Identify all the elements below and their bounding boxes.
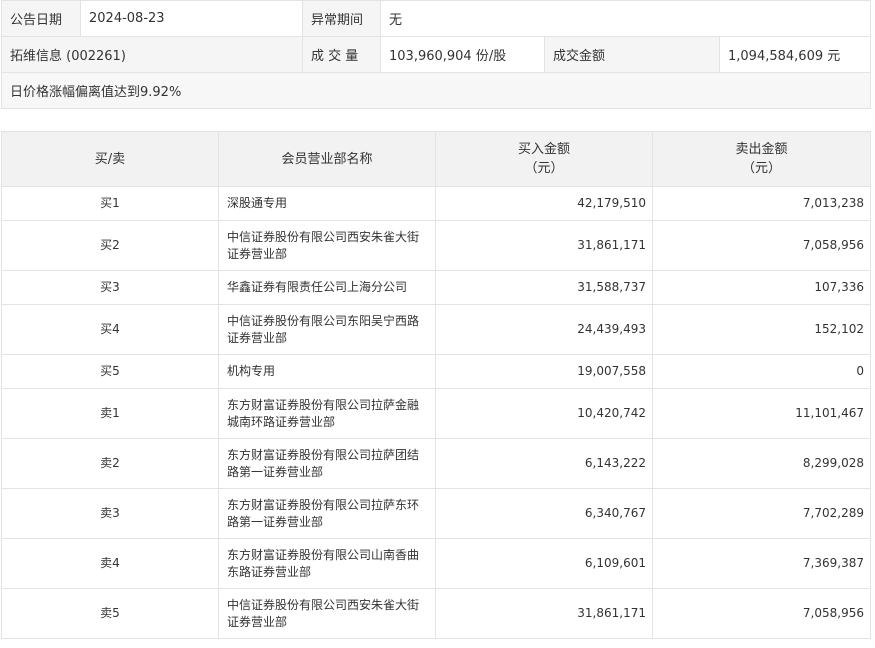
row-buy-amount: 31,861,171 (435, 588, 653, 639)
volume-value: 103,960,904 份/股 (380, 36, 545, 73)
header-buy-amount: 买入金额 （元） (435, 131, 653, 187)
row-side: 卖2 (1, 438, 219, 489)
row-buy-amount: 19,007,558 (435, 354, 653, 389)
info-row-3: 日价格涨幅偏离值达到9.92% (0, 72, 872, 109)
row-branch-name: 中信证券股份有限公司东阳吴宁西路证券营业部 (218, 304, 436, 355)
row-sell-amount: 7,702,289 (652, 488, 871, 539)
announce-date-value: 2024-08-23 (80, 0, 303, 37)
row-sell-amount: 7,013,238 (652, 186, 871, 221)
row-side: 卖3 (1, 488, 219, 539)
row-buy-amount: 6,340,767 (435, 488, 653, 539)
row-side: 卖5 (1, 588, 219, 639)
row-buy-amount: 10,420,742 (435, 388, 653, 439)
table-row: 买5 机构专用 19,007,558 0 (1, 354, 871, 389)
table-row: 卖4 东方财富证券股份有限公司山南香曲东路证券营业部 6,109,601 7,3… (1, 538, 871, 589)
table-row: 卖2 东方财富证券股份有限公司拉萨团结路第一证券营业部 6,143,222 8,… (1, 438, 871, 489)
row-branch-name: 机构专用 (218, 354, 436, 389)
row-side: 卖4 (1, 538, 219, 589)
row-buy-amount: 24,439,493 (435, 304, 653, 355)
table-row: 卖5 中信证券股份有限公司西安朱雀大街证券营业部 31,861,171 7,05… (1, 588, 871, 639)
table-row: 卖1 东方财富证券股份有限公司拉萨金融城南环路证券营业部 10,420,742 … (1, 388, 871, 439)
header-sell-amount: 卖出金额 （元） (652, 131, 871, 187)
row-branch-name: 东方财富证券股份有限公司山南香曲东路证券营业部 (218, 538, 436, 589)
row-side: 买2 (1, 220, 219, 271)
row-buy-amount: 31,861,171 (435, 220, 653, 271)
table-header-row: 买/卖 会员营业部名称 买入金额 （元） 卖出金额 （元） (1, 131, 871, 187)
row-sell-amount: 7,058,956 (652, 588, 871, 639)
row-branch-name: 中信证券股份有限公司西安朱雀大街证券营业部 (218, 220, 436, 271)
row-buy-amount: 6,109,601 (435, 538, 653, 589)
row-side: 买5 (1, 354, 219, 389)
row-buy-amount: 6,143,222 (435, 438, 653, 489)
amount-label: 成交金额 (544, 36, 720, 73)
announce-date-label: 公告日期 (1, 0, 81, 37)
row-buy-amount: 42,179,510 (435, 186, 653, 221)
table-row: 卖3 东方财富证券股份有限公司拉萨东环路第一证券营业部 6,340,767 7,… (1, 488, 871, 539)
row-sell-amount: 0 (652, 354, 871, 389)
header-side: 买/卖 (1, 131, 219, 187)
row-buy-amount: 31,588,737 (435, 270, 653, 305)
volume-label: 成 交 量 (302, 36, 381, 73)
row-side: 买4 (1, 304, 219, 355)
row-sell-amount: 7,058,956 (652, 220, 871, 271)
row-sell-amount: 8,299,028 (652, 438, 871, 489)
listing-reason: 日价格涨幅偏离值达到9.92% (0, 72, 872, 109)
row-branch-name: 中信证券股份有限公司西安朱雀大街证券营业部 (218, 588, 436, 639)
header-branch-name: 会员营业部名称 (218, 131, 436, 187)
abnormal-period-value: 无 (379, 0, 872, 37)
row-side: 卖1 (1, 388, 219, 439)
info-row-2: 拓维信息 (002261) 成 交 量 103,960,904 份/股 成交金额… (1, 36, 872, 73)
row-branch-name: 深股通专用 (218, 186, 436, 221)
dragon-tiger-table: 买/卖 会员营业部名称 买入金额 （元） 卖出金额 （元） 买1 深股通专用 4… (1, 131, 871, 639)
info-table: 公告日期 2024-08-23 异常期间 无 拓维信息 (002261) 成 交… (0, 0, 872, 109)
row-branch-name: 东方财富证券股份有限公司拉萨东环路第一证券营业部 (218, 488, 436, 539)
row-sell-amount: 7,369,387 (652, 538, 871, 589)
stock-name-code: 拓维信息 (002261) (1, 36, 303, 73)
row-branch-name: 东方财富证券股份有限公司拉萨金融城南环路证券营业部 (218, 388, 436, 439)
abnormal-period-label: 异常期间 (302, 0, 381, 37)
row-sell-amount: 152,102 (652, 304, 871, 355)
row-sell-amount: 11,101,467 (652, 388, 871, 439)
row-sell-amount: 107,336 (652, 270, 871, 305)
info-row-1: 公告日期 2024-08-23 异常期间 无 (1, 0, 872, 37)
row-side: 买3 (1, 270, 219, 305)
table-row: 买2 中信证券股份有限公司西安朱雀大街证券营业部 31,861,171 7,05… (1, 220, 871, 271)
row-side: 买1 (1, 186, 219, 221)
table-row: 买3 华鑫证券有限责任公司上海分公司 31,588,737 107,336 (1, 270, 871, 305)
table-row: 买4 中信证券股份有限公司东阳吴宁西路证券营业部 24,439,493 152,… (1, 304, 871, 355)
table-row: 买1 深股通专用 42,179,510 7,013,238 (1, 186, 871, 221)
amount-value: 1,094,584,609 元 (718, 36, 872, 73)
row-branch-name: 东方财富证券股份有限公司拉萨团结路第一证券营业部 (218, 438, 436, 489)
row-branch-name: 华鑫证券有限责任公司上海分公司 (218, 270, 436, 305)
